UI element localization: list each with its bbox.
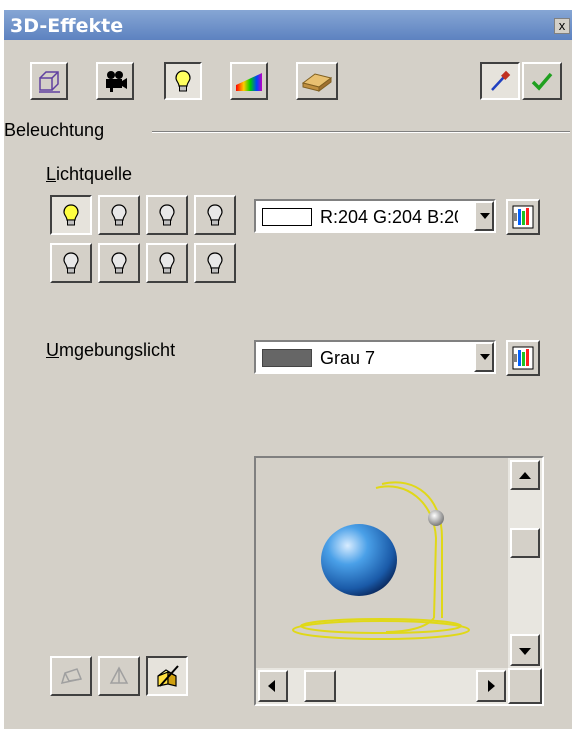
pipette-icon [491,70,511,91]
3d-box-light-icon [157,665,179,687]
color-picker-icon [512,346,534,370]
arrow-right-icon [488,680,495,692]
light-bulb-off-icon [111,252,127,274]
color-picker-icon [512,205,534,229]
color-swatch [262,349,312,367]
scroll-left-button[interactable] [258,670,288,702]
material-icon [301,73,333,92]
light-bulb-icon [175,70,191,92]
light-bulb-off-icon [159,252,175,274]
light-source-5-button[interactable] [50,243,92,283]
scroll-up-button[interactable] [510,460,540,490]
arrow-down-icon [519,648,531,655]
horizontal-scroll-thumb[interactable] [304,670,336,702]
light-source-7-button[interactable] [146,243,188,283]
light-bulb-on-icon [63,204,79,226]
lightsource-color-dialog-button[interactable] [506,199,540,235]
light-source-4-button[interactable] [194,195,236,235]
scroll-down-button[interactable] [510,634,540,666]
light-bulb-off-icon [207,204,223,226]
title-bar: 3D-Effekte x [4,10,572,40]
dropdown-button[interactable] [474,201,494,231]
vertical-scroll-thumb[interactable] [510,528,540,558]
light-source-3-button[interactable] [146,195,188,235]
light-bulb-off-icon [111,204,127,226]
lightsource-color-value: R:204 G:204 B:204 [320,207,458,227]
chevron-down-icon [480,213,490,219]
material-tab-button[interactable] [296,62,338,100]
geometry-tab-button[interactable] [30,62,68,100]
chevron-down-icon [480,354,490,360]
color-swatch [262,208,312,226]
lamp-view-icon [60,668,83,684]
light-arrow-icon [109,666,129,684]
vertical-scrollbar[interactable] [508,458,542,668]
light-bulb-off-icon [159,204,175,226]
horizontal-scrollbar[interactable] [256,668,508,704]
ambient-color-dialog-button[interactable] [506,340,540,376]
light-bulb-off-icon [207,252,223,274]
dropdown-button[interactable] [474,342,494,372]
camera-icon [106,71,127,92]
checkmark-icon [531,72,553,91]
scroll-corner [508,668,542,704]
section-title: Beleuchtung [4,120,105,140]
light-source-2-button[interactable] [98,195,140,235]
light-source-1-button[interactable] [50,195,92,235]
lightsource-color-select[interactable]: R:204 G:204 B:204 [254,199,496,233]
shading-tab-button[interactable] [96,62,134,100]
sphere [321,524,397,596]
textures-tab-button[interactable] [230,62,268,100]
light-position-button-2[interactable] [98,656,140,696]
texture-icon [236,73,262,91]
light-bulb-off-icon [63,252,79,274]
arrow-up-icon [519,472,531,479]
update-button[interactable] [522,62,562,100]
ambient-color-select[interactable]: Grau 7 [254,340,496,374]
light-handle[interactable] [428,510,444,526]
section-separator [152,131,570,133]
light-position-button-1[interactable] [50,656,92,696]
light-source-8-button[interactable] [194,243,236,283]
light-source-6-button[interactable] [98,243,140,283]
lightsource-label: Lichtquelle [46,164,133,184]
ambient-label: Umgebungslicht [46,340,176,360]
close-button[interactable]: x [554,18,570,34]
window-title: 3D-Effekte [10,15,124,37]
3d-effects-panel: 3D-Effekte x Beleuchtung Lichtquelle R:2… [4,10,572,729]
light-position-button-3[interactable] [146,656,188,696]
illumination-tab-button[interactable] [164,62,202,100]
scroll-right-button[interactable] [476,670,506,702]
preview-scene [292,481,470,640]
geometry-cube-icon [39,71,60,93]
arrow-left-icon [268,680,275,692]
assign-button[interactable] [480,62,520,100]
ambient-color-value: Grau 7 [320,348,376,368]
light-preview[interactable] [254,456,544,706]
